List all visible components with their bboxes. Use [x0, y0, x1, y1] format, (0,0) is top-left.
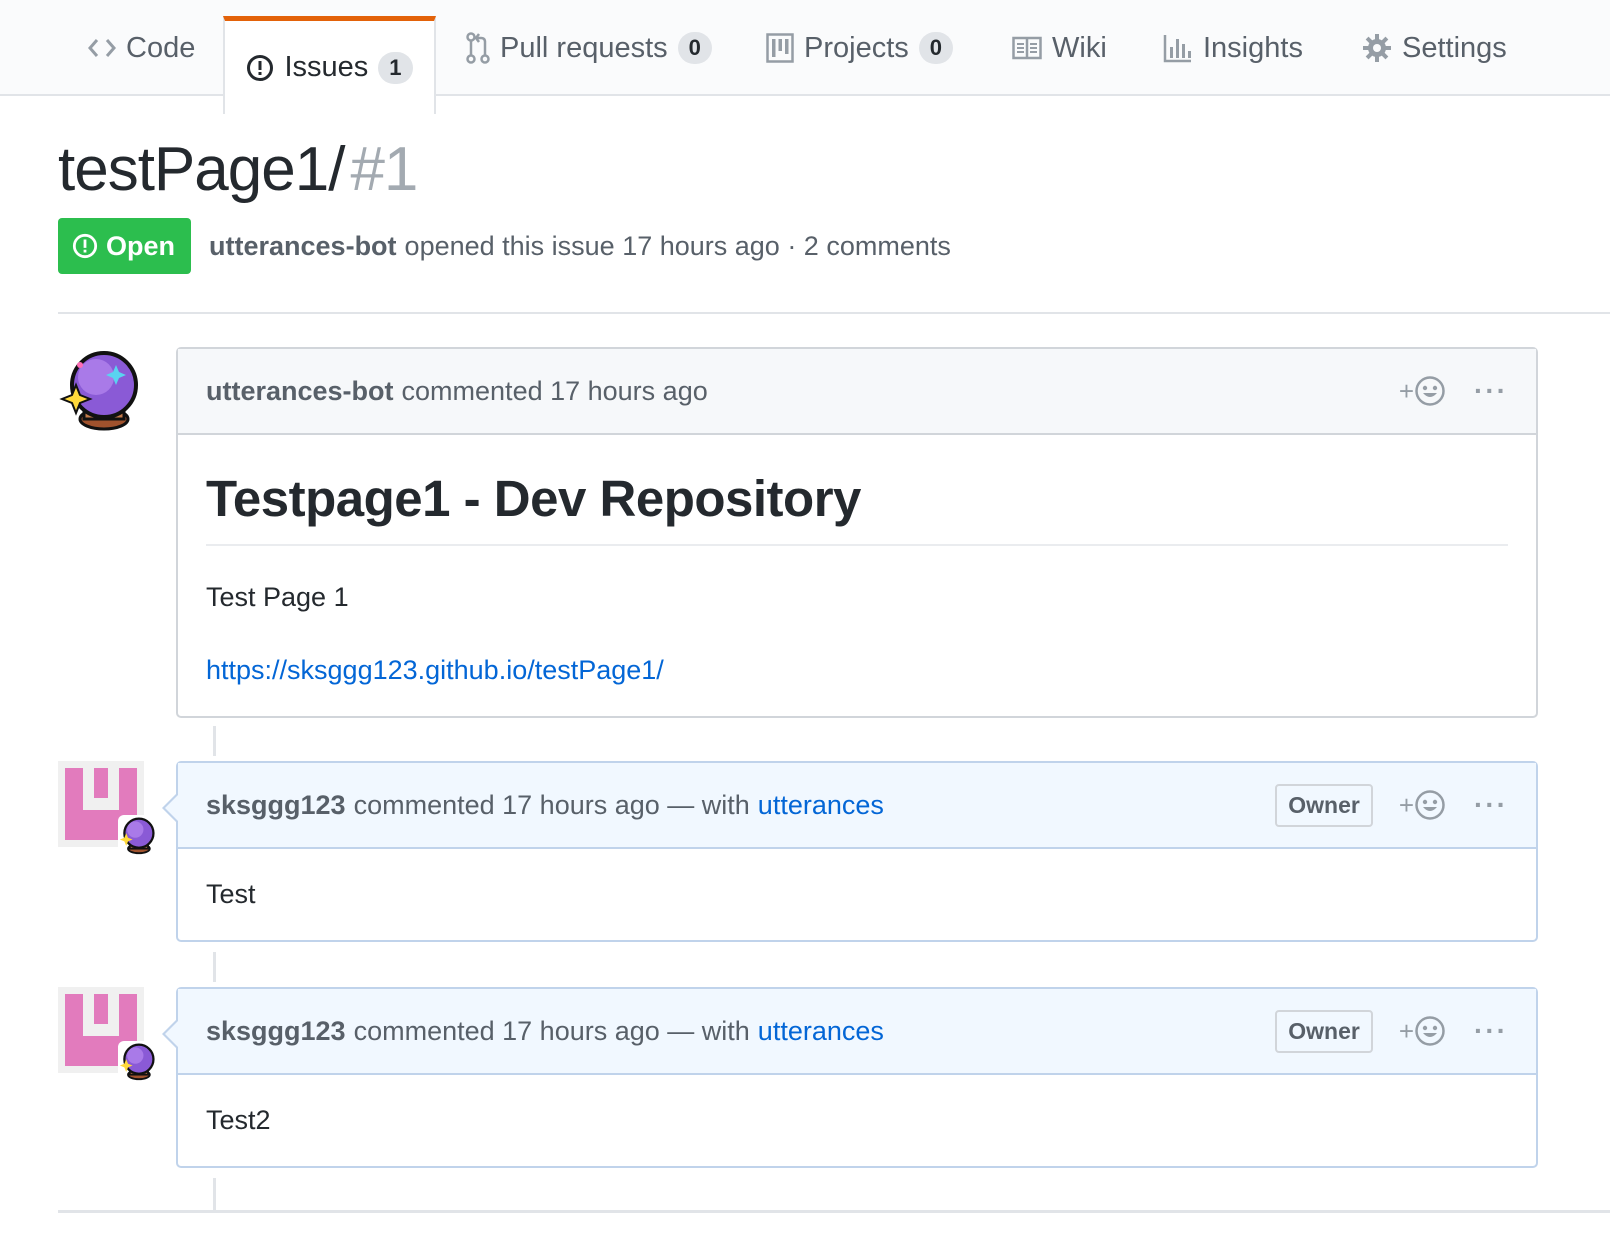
comment-header: utterances-bot commented 17 hours ago + … [178, 349, 1536, 435]
smiley-icon [1415, 1016, 1445, 1046]
more-options-button[interactable]: ··· [1474, 375, 1508, 407]
owner-label: Owner [1275, 783, 1373, 827]
pull-request-icon [466, 32, 490, 64]
issues-counter: 1 [378, 51, 413, 84]
timeline-connector [213, 1178, 216, 1210]
comment-body: Testpage1 - Dev Repository Test Page 1 h… [178, 435, 1536, 716]
comment-body: Test [178, 849, 1536, 940]
issue-author-link[interactable]: utterances-bot [209, 231, 397, 262]
issue-title: testPage1/#1 [58, 134, 418, 205]
more-options-button[interactable]: ··· [1474, 789, 1508, 821]
comment-caret [162, 792, 179, 824]
smiley-icon [1415, 790, 1445, 820]
comment-author-link[interactable]: sksggg123 [206, 790, 346, 821]
comment-author-link[interactable]: utterances-bot [206, 376, 394, 407]
comment-timestamp: commented 17 hours ago [401, 375, 708, 406]
issue-opened-icon [246, 54, 274, 82]
timeline-end-divider [58, 1210, 1610, 1213]
tab-settings-label: Settings [1402, 31, 1507, 64]
tab-insights[interactable]: Insights [1163, 0, 1303, 96]
comment-text: Test Page 1 [206, 582, 349, 612]
status-badge: Open [58, 218, 192, 274]
comment-card: sksggg123 commented 17 hours ago — with … [162, 761, 1538, 942]
comment-author-link[interactable]: sksggg123 [206, 1016, 346, 1047]
comment-timestamp: commented 17 hours ago — with [353, 1015, 750, 1046]
tab-code-label: Code [126, 31, 196, 64]
utterances-badge [118, 1041, 158, 1081]
status-label: Open [106, 230, 176, 261]
comment-card: utterances-bot commented 17 hours ago + … [176, 347, 1538, 718]
tab-issues[interactable]: Issues 1 [223, 16, 436, 114]
pulls-counter: 0 [677, 32, 712, 64]
comment-caret [162, 1018, 179, 1050]
tab-code[interactable]: Code [88, 0, 195, 96]
projects-counter: 0 [918, 32, 954, 64]
tab-pull-requests-label: Pull requests [500, 31, 668, 64]
code-icon [88, 37, 116, 59]
timeline-connector [213, 952, 216, 982]
book-icon [1012, 36, 1042, 60]
tab-settings[interactable]: Settings [1362, 0, 1507, 96]
graph-icon [1163, 33, 1193, 63]
issue-meta: Open utterances-bot opened this issue 17… [58, 218, 951, 274]
utterances-link[interactable]: utterances [758, 790, 884, 821]
issue-title-text: testPage1/ [58, 135, 345, 204]
tab-pull-requests[interactable]: Pull requests 0 [466, 0, 712, 96]
gear-icon [1362, 33, 1392, 63]
smiley-icon [1415, 376, 1445, 406]
tab-insights-label: Insights [1203, 31, 1303, 64]
tab-projects-label: Projects [804, 31, 909, 64]
tab-projects[interactable]: Projects 0 [766, 0, 954, 96]
crystal-ball-icon [59, 351, 138, 431]
issue-meta-text: opened this issue 17 hours ago · 2 comme… [404, 230, 951, 261]
avatar[interactable] [58, 345, 146, 433]
comment-header: sksggg123 commented 17 hours ago — with … [178, 763, 1536, 849]
comment-text: Test [206, 879, 256, 909]
utterances-badge [118, 815, 158, 855]
more-options-button[interactable]: ··· [1474, 1015, 1508, 1047]
crystal-ball-icon [119, 817, 155, 855]
comment-body: Test2 [178, 1075, 1536, 1166]
comment-card: sksggg123 commented 17 hours ago — with … [162, 987, 1538, 1168]
utterances-link[interactable]: utterances [758, 1016, 884, 1047]
issue-number: #1 [350, 135, 418, 204]
comment-heading: Testpage1 - Dev Repository [206, 469, 1508, 546]
issue-opened-icon [72, 233, 98, 259]
comment-header: sksggg123 commented 17 hours ago — with … [178, 989, 1536, 1075]
tab-issues-label: Issues [284, 51, 369, 83]
add-reaction-button[interactable]: + [1399, 789, 1446, 821]
timeline-connector [213, 726, 216, 756]
comment-timestamp: commented 17 hours ago — with [353, 789, 750, 820]
add-reaction-button[interactable]: + [1399, 1015, 1446, 1047]
comment-link[interactable]: https://sksggg123.github.io/testPage1/ [206, 655, 664, 685]
project-icon [766, 33, 794, 63]
crystal-ball-icon [119, 1043, 155, 1081]
owner-label: Owner [1275, 1009, 1373, 1053]
comment-text: Test2 [206, 1105, 271, 1135]
add-reaction-button[interactable]: + [1399, 375, 1446, 407]
header-divider [58, 312, 1610, 314]
tab-wiki[interactable]: Wiki [1012, 0, 1107, 96]
repo-nav: Code Issues 1 Pull requests 0 Projects 0… [0, 0, 1610, 114]
tab-wiki-label: Wiki [1052, 31, 1107, 64]
